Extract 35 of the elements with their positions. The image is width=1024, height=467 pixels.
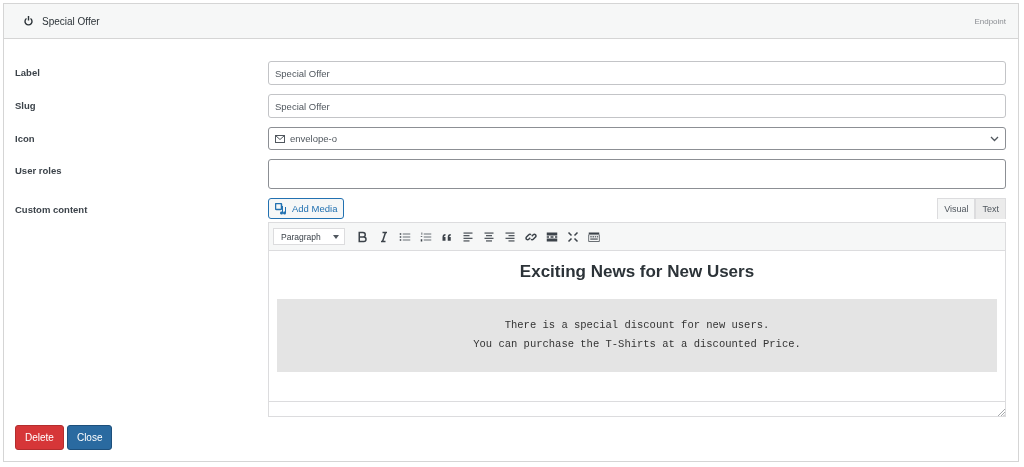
caret-icon bbox=[333, 234, 339, 239]
field-label: User roles bbox=[15, 165, 62, 176]
fullscreen-icon[interactable] bbox=[567, 230, 579, 243]
toolbar-toggle-icon[interactable] bbox=[588, 230, 600, 243]
link-icon[interactable] bbox=[525, 230, 537, 243]
icon-select[interactable]: envelope-o bbox=[268, 127, 1006, 150]
envelope-icon bbox=[275, 134, 285, 143]
text-field[interactable]: Special Offer bbox=[268, 61, 1006, 85]
align-left-icon[interactable] bbox=[462, 230, 474, 243]
dialog-title: Special Offer bbox=[42, 15, 101, 27]
italic-icon[interactable] bbox=[378, 230, 390, 243]
read-more-icon[interactable] bbox=[546, 230, 558, 243]
bold-icon[interactable] bbox=[357, 230, 369, 243]
field-label: Slug bbox=[15, 100, 36, 111]
field-label: Label bbox=[15, 67, 40, 78]
chevron-down-icon bbox=[990, 135, 999, 142]
delete-button[interactable]: Delete bbox=[15, 425, 64, 450]
editor-tab[interactable]: Text bbox=[975, 198, 1006, 219]
resize-handle-icon[interactable] bbox=[998, 409, 1005, 416]
preformatted-line: You can purchase the T-Shirts at a discounted Price. bbox=[472, 337, 802, 352]
format-dropdown[interactable]: Paragraph bbox=[273, 228, 345, 245]
field-label: Icon bbox=[15, 133, 35, 144]
text-field[interactable]: Special Offer bbox=[268, 94, 1006, 118]
add-media-button[interactable]: Add Media bbox=[268, 198, 345, 219]
editor-tab[interactable]: Visual bbox=[937, 198, 976, 219]
media-icon bbox=[275, 202, 287, 215]
field-label: Custom content bbox=[15, 204, 88, 215]
content-heading: Exciting News for New Users bbox=[518, 262, 756, 282]
close-button[interactable]: Close bbox=[66, 425, 113, 450]
align-center-icon[interactable] bbox=[483, 230, 495, 243]
endpoint-label: Endpoint bbox=[974, 16, 1006, 26]
user-roles-field[interactable] bbox=[268, 159, 1006, 189]
power-icon bbox=[24, 16, 33, 26]
preformatted-line: There is a special discount for new users. bbox=[503, 318, 771, 333]
align-right-icon[interactable] bbox=[504, 230, 516, 243]
